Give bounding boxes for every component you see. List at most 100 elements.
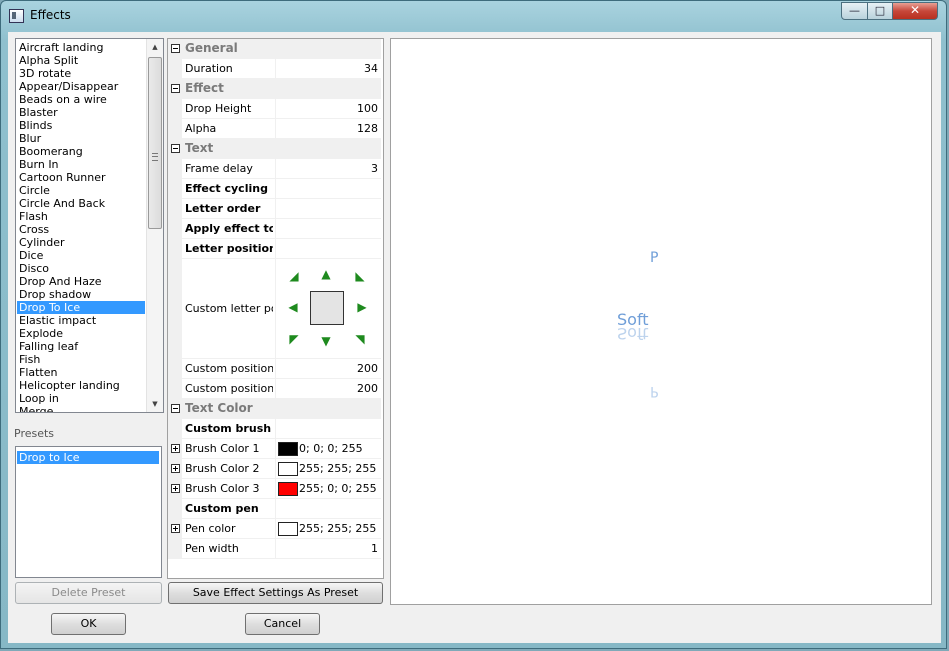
prop-value[interactable]: 200: [278, 382, 378, 395]
effect-list-item[interactable]: Blur: [17, 132, 145, 145]
prop-drop-height[interactable]: Drop Height 100: [168, 99, 381, 119]
prop-custom-letter-position[interactable]: Custom letter position ◢ ▲ ◣ ◀ ▶ ◤ ▼ ◥: [168, 259, 381, 359]
prop-effect-cycling[interactable]: Effect cycling: [168, 179, 381, 199]
prop-value[interactable]: 1: [278, 542, 378, 555]
minimize-icon[interactable]: —: [841, 2, 868, 20]
prop-value[interactable]: 255; 255; 255: [299, 522, 378, 535]
prop-value[interactable]: 200: [278, 362, 378, 375]
category-text-color[interactable]: Text Color: [168, 399, 381, 419]
effect-list-item[interactable]: Circle: [17, 184, 145, 197]
title-bar[interactable]: Effects — □ ✕: [1, 1, 946, 31]
effect-list[interactable]: Aircraft landing Alpha Split 3D rotate Appe…: [15, 38, 164, 413]
scroll-thumb[interactable]: [148, 57, 162, 229]
prop-value[interactable]: 100: [278, 102, 378, 115]
expand-icon[interactable]: [171, 524, 180, 533]
letter-position-preview[interactable]: [310, 291, 344, 325]
category-effect[interactable]: Effect: [168, 79, 381, 99]
prop-value[interactable]: 255; 255; 255: [299, 462, 378, 475]
prop-value[interactable]: 34: [278, 62, 378, 75]
effect-list-item[interactable]: Beads on a wire: [17, 93, 145, 106]
effect-list-item[interactable]: Drop shadow: [17, 288, 145, 301]
arrow-up-left-icon[interactable]: ◢: [287, 269, 301, 283]
arrow-left-icon[interactable]: ◀: [286, 300, 300, 314]
expand-icon[interactable]: [171, 444, 180, 453]
effect-list-item[interactable]: Cartoon Runner: [17, 171, 145, 184]
effect-list-item[interactable]: Disco: [17, 262, 145, 275]
maximize-icon[interactable]: □: [867, 2, 893, 20]
preset-list[interactable]: Drop to Ice: [15, 446, 162, 578]
category-text[interactable]: Text: [168, 139, 381, 159]
prop-value[interactable]: 128: [278, 122, 378, 135]
effect-list-item[interactable]: Blaster: [17, 106, 145, 119]
expand-icon[interactable]: [171, 484, 180, 493]
arrow-up-right-icon[interactable]: ◣: [353, 269, 367, 283]
color-swatch[interactable]: [278, 462, 298, 476]
effect-list-item[interactable]: Elastic impact: [17, 314, 145, 327]
prop-custom-position-y[interactable]: Custom position Y 200: [168, 379, 381, 399]
prop-duration[interactable]: Duration 34: [168, 59, 381, 79]
arrow-down-right-icon[interactable]: ◥: [353, 332, 367, 346]
effect-list-item[interactable]: Blinds: [17, 119, 145, 132]
preset-item[interactable]: Drop to Ice: [17, 451, 159, 464]
save-preset-button[interactable]: Save Effect Settings As Preset: [168, 582, 383, 604]
scroll-up-icon[interactable]: ▲: [147, 39, 163, 55]
effect-list-item[interactable]: Aircraft landing: [17, 41, 145, 54]
effect-list-item[interactable]: Merge: [17, 405, 145, 412]
prop-brush-color-1[interactable]: Brush Color 1 0; 0; 0; 255: [168, 439, 381, 459]
category-general[interactable]: General: [168, 39, 381, 59]
effect-list-item[interactable]: Drop And Haze: [17, 275, 145, 288]
effect-list-item[interactable]: Appear/Disappear: [17, 80, 145, 93]
effect-list-item[interactable]: Loop in: [17, 392, 145, 405]
prop-letter-order[interactable]: Letter order: [168, 199, 381, 219]
effect-list-item[interactable]: Cylinder: [17, 236, 145, 249]
effect-list-item[interactable]: Flatten: [17, 366, 145, 379]
property-grid[interactable]: General Duration 34 Effect Drop Height 1…: [167, 38, 384, 579]
prop-frame-delay[interactable]: Frame delay 3: [168, 159, 381, 179]
effect-list-item[interactable]: Fish: [17, 353, 145, 366]
effect-list-item[interactable]: Dice: [17, 249, 145, 262]
prop-apply-effect[interactable]: Apply effect to: [168, 219, 381, 239]
collapse-icon[interactable]: [171, 404, 180, 413]
effect-list-item[interactable]: Explode: [17, 327, 145, 340]
effect-list-item[interactable]: 3D rotate: [17, 67, 145, 80]
effect-list-item[interactable]: Alpha Split: [17, 54, 145, 67]
color-swatch[interactable]: [278, 482, 298, 496]
scroll-down-icon[interactable]: ▼: [147, 396, 163, 412]
effect-list-item[interactable]: Boomerang: [17, 145, 145, 158]
effect-list-item[interactable]: Circle And Back: [17, 197, 145, 210]
arrow-up-icon[interactable]: ▲: [319, 267, 333, 281]
ok-button[interactable]: OK: [51, 613, 126, 635]
cancel-button[interactable]: Cancel: [245, 613, 320, 635]
prop-letter-position[interactable]: Letter position: [168, 239, 381, 259]
arrow-down-left-icon[interactable]: ◤: [287, 332, 301, 346]
expand-icon[interactable]: [171, 464, 180, 473]
collapse-icon[interactable]: [171, 84, 180, 93]
effect-list-item[interactable]: Burn In: [17, 158, 145, 171]
effect-list-item[interactable]: Falling leaf: [17, 340, 145, 353]
prop-alpha[interactable]: Alpha 128: [168, 119, 381, 139]
prop-custom-pen[interactable]: Custom pen: [168, 499, 381, 519]
effect-list-scrollbar[interactable]: ▲ ▼: [146, 39, 163, 412]
prop-value[interactable]: 255; 0; 0; 255: [299, 482, 378, 495]
prop-brush-color-3[interactable]: Brush Color 3 255; 0; 0; 255: [168, 479, 381, 499]
collapse-icon[interactable]: [171, 44, 180, 53]
effect-list-item[interactable]: Drop To Ice: [17, 301, 145, 314]
prop-value[interactable]: 3: [278, 162, 378, 175]
color-swatch[interactable]: [278, 442, 298, 456]
color-swatch[interactable]: [278, 522, 298, 536]
prop-custom-position-x[interactable]: Custom position X 200: [168, 359, 381, 379]
arrow-right-icon[interactable]: ▶: [355, 300, 369, 314]
prop-pen-width[interactable]: Pen width 1: [168, 539, 381, 559]
close-icon[interactable]: ✕: [892, 2, 938, 20]
effect-list-item[interactable]: Flash: [17, 210, 145, 223]
prop-pen-color[interactable]: Pen color 255; 255; 255: [168, 519, 381, 539]
collapse-icon[interactable]: [171, 144, 180, 153]
arrow-down-icon[interactable]: ▼: [319, 334, 333, 348]
effect-list-item[interactable]: Cross: [17, 223, 145, 236]
effect-list-item[interactable]: Helicopter landing: [17, 379, 145, 392]
prop-brush-color-2[interactable]: Brush Color 2 255; 255; 255: [168, 459, 381, 479]
app-icon: [9, 9, 24, 23]
delete-preset-button[interactable]: Delete Preset: [15, 582, 162, 604]
prop-value[interactable]: 0; 0; 0; 255: [299, 442, 378, 455]
prop-custom-brush[interactable]: Custom brush: [168, 419, 381, 439]
